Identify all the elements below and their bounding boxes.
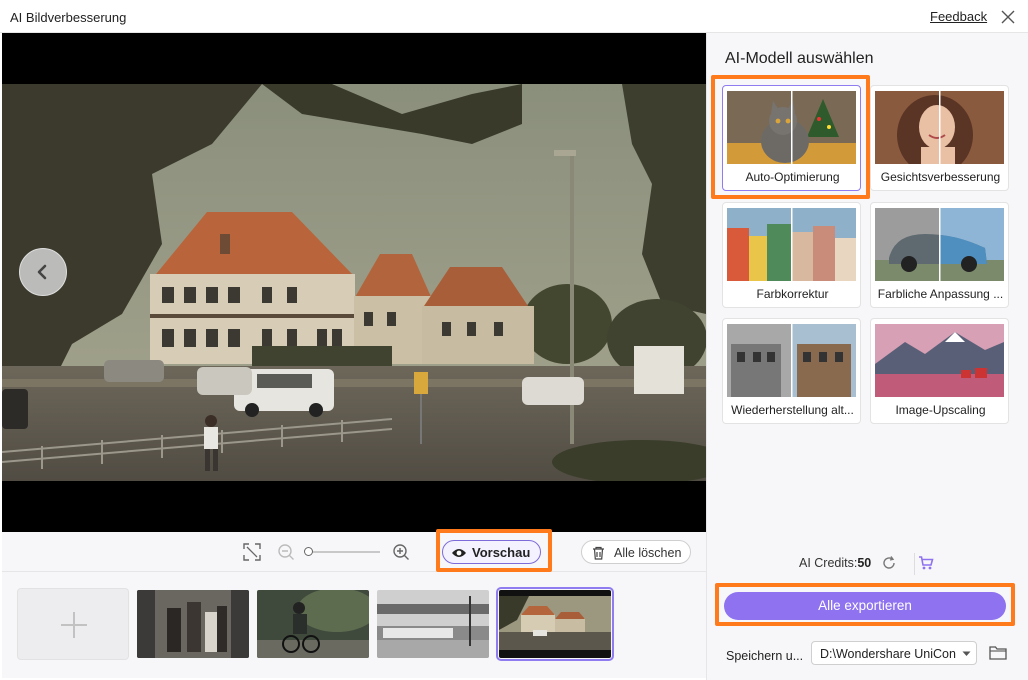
ai-credits: AI Credits:50 — [799, 556, 871, 570]
preview-button[interactable]: Vorschau — [442, 540, 541, 564]
save-location-label: Speichern u... — [726, 649, 804, 663]
fit-screen-icon[interactable] — [243, 543, 261, 561]
zoom-slider-track[interactable] — [308, 551, 380, 553]
thumbnail-image — [377, 590, 489, 658]
model-label: Gesichtsverbesserung — [880, 170, 1001, 184]
thumbnail-image — [137, 590, 249, 658]
model-card-farbliche-anpassung[interactable]: Farbliche Anpassung ... — [870, 202, 1009, 308]
thumbnail-2[interactable] — [257, 590, 369, 658]
close-icon[interactable] — [998, 7, 1018, 27]
preview-photo — [2, 84, 706, 481]
model-card-image-upscaling[interactable]: Image-Upscaling — [870, 318, 1009, 424]
thumbnail-image — [257, 590, 369, 658]
zoom-slider-handle[interactable] — [304, 547, 313, 556]
model-thumbnail — [727, 208, 856, 281]
thumbnail-3[interactable] — [377, 590, 489, 658]
export-all-button[interactable]: Alle exportieren — [724, 592, 1006, 620]
model-thumbnail — [727, 324, 856, 397]
previous-image-button[interactable] — [19, 248, 67, 296]
thumbnail-strip — [2, 572, 706, 678]
zoom-out-icon[interactable] — [277, 543, 295, 561]
plus-icon — [61, 612, 87, 638]
ai-model-panel: AI-Modell auswählen Auto-Optimierung Ges… — [706, 33, 1028, 680]
model-label: Auto-Optimierung — [745, 170, 840, 184]
model-label: Farbliche Anpassung ... — [877, 287, 1004, 301]
add-image-button[interactable] — [17, 588, 129, 660]
thumbnail-image — [499, 590, 611, 658]
clear-all-label: Alle löschen — [614, 546, 682, 560]
preview-button-label: Vorschau — [472, 545, 531, 560]
model-thumbnail — [875, 91, 1004, 164]
model-label: Farbkorrektur — [756, 287, 829, 301]
model-card-farbkorrektur[interactable]: Farbkorrektur — [722, 202, 861, 308]
preview-toolbar: Vorschau Alle löschen — [2, 529, 706, 572]
model-card-gesichtsverbesserung[interactable]: Gesichtsverbesserung — [870, 85, 1009, 191]
thumbnail-1[interactable] — [137, 590, 249, 658]
model-card-wiederherstellung[interactable]: Wiederherstellung alt... — [722, 318, 861, 424]
title-bar: AI Bildverbesserung Feedback — [0, 0, 1028, 33]
divider — [914, 553, 915, 575]
model-thumbnail — [875, 208, 1004, 281]
model-card-auto-optimierung[interactable]: Auto-Optimierung — [722, 85, 861, 191]
thumbnail-4[interactable] — [496, 587, 614, 661]
panel-title: AI-Modell auswählen — [725, 50, 874, 67]
save-path-value: D:\Wondershare UniCon — [820, 647, 956, 661]
trash-icon — [593, 546, 604, 560]
model-label: Image-Upscaling — [895, 403, 986, 417]
arrow-left-icon — [37, 264, 47, 280]
cart-icon[interactable] — [918, 556, 934, 570]
model-thumbnail — [727, 91, 856, 164]
feedback-link[interactable]: Feedback — [930, 9, 987, 24]
zoom-in-icon[interactable] — [392, 543, 410, 561]
image-preview — [2, 33, 706, 532]
chevron-down-icon — [962, 651, 971, 656]
ai-credits-value: 50 — [857, 556, 872, 570]
refresh-icon[interactable] — [881, 555, 897, 571]
model-label: Wiederherstellung alt... — [731, 403, 854, 417]
clear-all-button[interactable]: Alle löschen — [581, 540, 691, 564]
folder-icon[interactable] — [989, 645, 1007, 660]
save-path-dropdown[interactable]: D:\Wondershare UniCon — [811, 641, 977, 665]
eye-icon — [452, 549, 466, 557]
ai-credits-label: AI Credits: — [799, 556, 858, 570]
model-thumbnail — [875, 324, 1004, 397]
window-title: AI Bildverbesserung — [10, 10, 127, 25]
